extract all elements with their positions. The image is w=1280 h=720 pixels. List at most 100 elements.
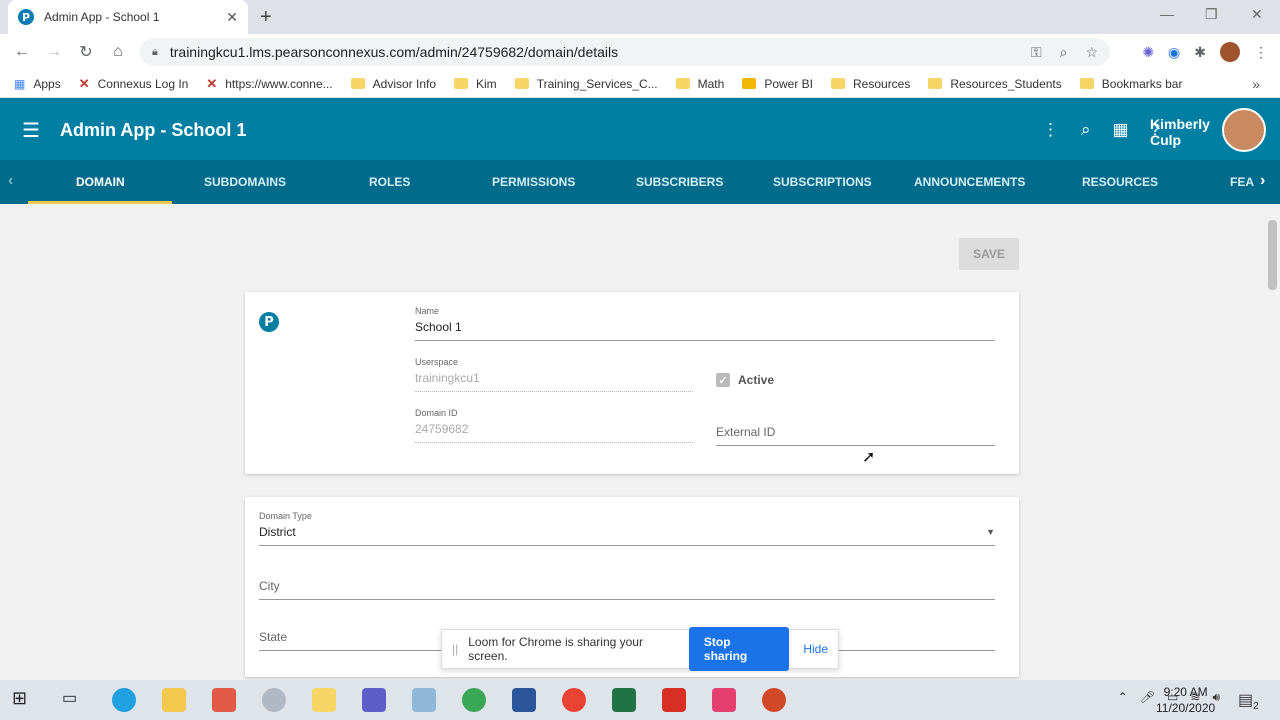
domain-id-value: 24759682	[415, 422, 469, 436]
globe-app-icon[interactable]	[462, 688, 486, 712]
teams-icon[interactable]	[362, 688, 386, 712]
extension-edge-icon[interactable]: ◉	[1168, 44, 1180, 61]
tray-chevron-icon[interactable]: ⌃	[1118, 690, 1128, 705]
chrome-menu-icon[interactable]: ⋮	[1254, 44, 1268, 61]
tab-roles[interactable]: ROLES	[369, 175, 410, 189]
pdf-reader-icon[interactable]	[662, 688, 686, 712]
search-icon[interactable]: ⌕	[1081, 120, 1091, 140]
bookmark-power-bi[interactable]: Power BI	[742, 77, 813, 91]
clock-time: 9:20 AM	[1163, 685, 1208, 699]
bookmark-advisor-info[interactable]: Advisor Info	[350, 77, 436, 91]
external-id-field[interactable]: External ID	[716, 425, 995, 446]
back-arrow-icon[interactable]: ←	[6, 43, 38, 61]
name-field[interactable]: Name School 1	[415, 306, 995, 341]
bookmark-apps[interactable]: ▦ Apps	[14, 77, 61, 91]
bookmark-resources[interactable]: Resources	[831, 77, 910, 91]
tab-features[interactable]: FEA	[1230, 175, 1254, 189]
sticky-notes-icon[interactable]	[312, 688, 336, 712]
powerpoint-icon[interactable]	[762, 688, 786, 712]
chrome-icon[interactable]	[562, 688, 586, 712]
bookmark-bookmarks-bar[interactable]: Bookmarks bar	[1079, 77, 1182, 91]
bookmark-label: Training_Services_C...	[536, 76, 658, 91]
reload-icon[interactable]: ↻	[70, 42, 102, 62]
active-checkbox[interactable]: ✓ Active	[716, 373, 774, 387]
snip-tool-icon[interactable]	[212, 688, 236, 712]
notifications-icon[interactable]: ▤2	[1238, 690, 1259, 712]
bookmark-resources-students[interactable]: Resources_Students	[928, 77, 1062, 91]
mouse-cursor-icon: ➚	[862, 449, 876, 466]
page-scrollbar[interactable]	[1265, 204, 1280, 680]
system-clock[interactable]: 9:20 AM 11/20/2020	[1156, 684, 1215, 716]
hamburger-menu-icon[interactable]: ☰	[22, 118, 40, 143]
microphone-icon[interactable]: 🎤︎	[1140, 690, 1155, 705]
tabs-scroll-left-icon[interactable]: ‹	[8, 172, 13, 190]
key-icon[interactable]: ⚿	[1031, 44, 1042, 61]
restore-button[interactable]: ❐	[1205, 6, 1218, 23]
extension-flower-icon[interactable]: ✺	[1142, 44, 1154, 61]
domain-details-card: P Name School 1 Userspace trainingkcu1 ✓…	[245, 292, 1019, 474]
file-explorer-icon[interactable]	[162, 688, 186, 712]
bookmark-label: Apps	[33, 76, 61, 91]
forward-arrow-icon[interactable]: →	[38, 43, 70, 61]
bookmark-kim[interactable]: Kim	[454, 77, 497, 91]
bookmark-label: https://www.conne...	[225, 76, 333, 91]
stop-sharing-button[interactable]: Stop sharing	[688, 627, 790, 671]
tab-subscriptions[interactable]: SUBSCRIPTIONS	[773, 175, 872, 189]
bookmark-math[interactable]: Math	[675, 76, 725, 91]
browser-toolbar: ← → ↻ ⌂ 🔒︎ trainingkcu1.lms.pearsonconne…	[0, 34, 1280, 70]
user-avatar[interactable]	[1222, 108, 1266, 152]
bookmark-label: Math	[697, 76, 725, 91]
network-app-icon[interactable]	[412, 688, 436, 712]
address-bar[interactable]: 🔒︎ trainingkcu1.lms.pearsonconnexus.com/…	[140, 38, 1110, 66]
word-icon[interactable]	[512, 688, 536, 712]
userspace-label: Userspace	[415, 357, 459, 367]
extensions-puzzle-icon[interactable]: ✱	[1194, 44, 1206, 61]
folder-icon	[454, 78, 469, 89]
city-field[interactable]: City	[259, 579, 995, 600]
tabs-scroll-right-icon[interactable]: ›	[1260, 172, 1265, 190]
bookmark-connexus-url[interactable]: ✕ https://www.conne...	[206, 76, 332, 92]
scrollbar-thumb[interactable]	[1268, 220, 1277, 290]
profile-avatar[interactable]	[1220, 42, 1240, 62]
pearson-favicon-icon: P	[18, 9, 34, 25]
apps-grid-icon[interactable]: ▦	[1112, 120, 1128, 140]
domain-type-select[interactable]: Domain Type District ▼	[259, 511, 995, 546]
star-icon[interactable]: ☆	[1085, 44, 1098, 61]
tab-announcements[interactable]: ANNOUNCEMENTS	[914, 175, 1025, 189]
app-gear-icon[interactable]	[262, 688, 286, 712]
bookmark-connexus-login[interactable]: ✕ Connexus Log In	[79, 76, 189, 92]
app-header: ☰ Admin App - School 1 ⋮ ⌕ ▦ ? Kimberly …	[0, 98, 1280, 160]
edge-browser-icon[interactable]	[112, 688, 136, 712]
drag-handle-icon[interactable]: ||	[452, 642, 458, 656]
new-tab-button[interactable]: +	[260, 6, 272, 29]
tab-subscribers[interactable]: SUBSCRIBERS	[636, 175, 723, 189]
more-vert-icon[interactable]: ⋮	[1042, 120, 1059, 140]
apps-grid-icon: ▦	[14, 76, 26, 91]
bookmark-label: Connexus Log In	[97, 76, 189, 91]
active-label: Active	[738, 373, 775, 387]
close-tab-icon[interactable]: ✕	[226, 9, 238, 26]
task-view-icon[interactable]: ▭	[62, 688, 86, 712]
tab-resources[interactable]: RESOURCES	[1082, 175, 1158, 189]
save-button[interactable]: SAVE	[959, 238, 1019, 270]
close-window-button[interactable]: ✕	[1251, 6, 1263, 23]
tab-permissions[interactable]: PERMISSIONS	[492, 175, 575, 189]
tab-subdomains[interactable]: SUBDOMAINS	[204, 175, 286, 189]
url-text: trainingkcu1.lms.pearsonconnexus.com/adm…	[169, 44, 619, 60]
user-name[interactable]: Kimberly Culp	[1150, 116, 1210, 148]
excel-icon[interactable]	[612, 688, 636, 712]
checkmark-icon: ✓	[716, 373, 730, 387]
home-icon[interactable]: ⌂	[102, 43, 134, 61]
zoom-icon[interactable]: ⌕	[1060, 44, 1068, 61]
tab-domain[interactable]: DOMAIN	[76, 175, 125, 189]
hide-button[interactable]: Hide	[803, 642, 828, 656]
bookmarks-overflow-icon[interactable]: »	[1252, 76, 1260, 92]
creative-cloud-icon[interactable]	[712, 688, 736, 712]
connexus-icon: ✕	[78, 75, 90, 91]
loom-sharing-banner: || Loom for Chrome is sharing your scree…	[441, 627, 839, 671]
folder-icon	[831, 78, 845, 89]
windows-start-icon[interactable]: ⊞	[12, 688, 36, 712]
minimize-button[interactable]: —	[1160, 6, 1174, 22]
browser-tab[interactable]: P Admin App - School 1 ✕	[8, 0, 248, 34]
bookmark-training-services[interactable]: Training_Services_C...	[514, 76, 658, 91]
